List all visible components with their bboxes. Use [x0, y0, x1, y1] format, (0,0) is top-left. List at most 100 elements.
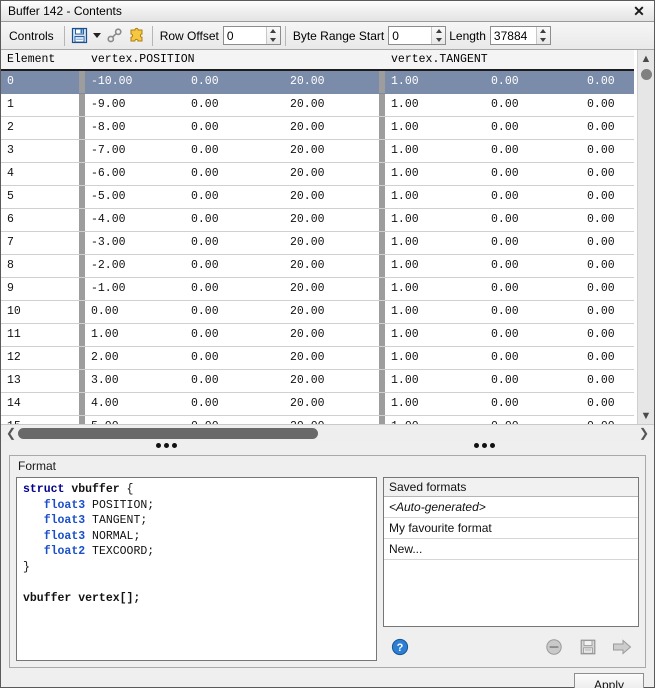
cell-position-2[interactable]: 20.00 — [284, 208, 380, 232]
cell-position-0[interactable]: -8.00 — [85, 116, 185, 140]
cell-tangent-2[interactable]: 0.00 — [581, 369, 635, 393]
splitter-grip-right[interactable] — [474, 443, 495, 448]
cell-position-1[interactable]: 0.00 — [185, 185, 284, 209]
scroll-right-icon[interactable]: ❯ — [637, 426, 651, 440]
cell-tangent-1[interactable]: 0.00 — [485, 300, 582, 324]
cell-element[interactable]: 14 — [1, 392, 79, 416]
cell-position-0[interactable]: -3.00 — [85, 231, 185, 255]
cell-tangent-2[interactable]: 0.00 — [581, 415, 635, 424]
cell-position-2[interactable]: 20.00 — [284, 415, 380, 424]
chevron-down-icon[interactable] — [91, 25, 104, 47]
cell-position-1[interactable]: 0.00 — [185, 415, 284, 424]
cell-position-1[interactable]: 0.00 — [185, 300, 284, 324]
cell-tangent-1[interactable]: 0.00 — [485, 323, 582, 347]
cell-tangent-1[interactable]: 0.00 — [485, 162, 582, 186]
table-row[interactable]: 14 4.00 0.00 20.00 1.00 0.00 0.00 — [1, 392, 635, 416]
cell-tangent-2[interactable]: 0.00 — [581, 208, 635, 232]
format-code-editor[interactable]: struct vbuffer { float3 POSITION; float3… — [16, 477, 377, 661]
table-row[interactable]: 7 -3.00 0.00 20.00 1.00 0.00 0.00 — [1, 231, 635, 255]
cell-position-0[interactable]: -7.00 — [85, 139, 185, 163]
cell-tangent-0[interactable]: 1.00 — [385, 346, 486, 370]
row-offset-spin-buttons[interactable] — [265, 27, 280, 44]
cell-tangent-0[interactable]: 1.00 — [385, 231, 486, 255]
cell-element[interactable]: 10 — [1, 300, 79, 324]
format-struct-code[interactable]: struct vbuffer { float3 POSITION; float3… — [23, 482, 370, 606]
cell-tangent-2[interactable]: 0.00 — [581, 392, 635, 416]
cell-tangent-1[interactable]: 0.00 — [485, 93, 582, 117]
cell-tangent-2[interactable]: 0.00 — [581, 323, 635, 347]
cell-element[interactable]: 4 — [1, 162, 79, 186]
length-decrement[interactable] — [537, 36, 550, 45]
table-row[interactable]: 11 1.00 0.00 20.00 1.00 0.00 0.00 — [1, 323, 635, 347]
cell-element[interactable]: 12 — [1, 346, 79, 370]
cell-tangent-0[interactable]: 1.00 — [385, 369, 486, 393]
list-item[interactable]: My favourite format — [384, 518, 638, 539]
cell-tangent-2[interactable]: 0.00 — [581, 139, 635, 163]
cell-position-2[interactable]: 20.00 — [284, 185, 380, 209]
cell-position-2[interactable]: 20.00 — [284, 70, 380, 94]
cell-tangent-0[interactable]: 1.00 — [385, 93, 486, 117]
cell-element[interactable]: 8 — [1, 254, 79, 278]
cell-tangent-1[interactable]: 0.00 — [485, 392, 582, 416]
cell-position-2[interactable]: 20.00 — [284, 116, 380, 140]
cell-element[interactable]: 5 — [1, 185, 79, 209]
cell-tangent-0[interactable]: 1.00 — [385, 139, 486, 163]
cell-position-1[interactable]: 0.00 — [185, 162, 284, 186]
cell-element[interactable]: 1 — [1, 93, 79, 117]
cell-position-2[interactable]: 20.00 — [284, 392, 380, 416]
cell-position-0[interactable]: -10.00 — [85, 70, 185, 94]
cell-position-0[interactable]: 1.00 — [85, 323, 185, 347]
cell-position-0[interactable]: -2.00 — [85, 254, 185, 278]
cell-position-1[interactable]: 0.00 — [185, 208, 284, 232]
cell-element[interactable]: 6 — [1, 208, 79, 232]
cell-position-0[interactable]: 5.00 — [85, 415, 185, 424]
cell-position-1[interactable]: 0.00 — [185, 369, 284, 393]
cell-element[interactable]: 7 — [1, 231, 79, 255]
cell-position-1[interactable]: 0.00 — [185, 254, 284, 278]
cell-position-1[interactable]: 0.00 — [185, 139, 284, 163]
cell-position-1[interactable]: 0.00 — [185, 70, 284, 94]
cell-tangent-0[interactable]: 1.00 — [385, 300, 486, 324]
cell-position-1[interactable]: 0.00 — [185, 277, 284, 301]
cell-position-0[interactable]: -4.00 — [85, 208, 185, 232]
cell-position-0[interactable]: -5.00 — [85, 185, 185, 209]
cell-tangent-2[interactable]: 0.00 — [581, 162, 635, 186]
cell-position-2[interactable]: 20.00 — [284, 139, 380, 163]
cell-position-1[interactable]: 0.00 — [185, 93, 284, 117]
table-row[interactable]: 2 -8.00 0.00 20.00 1.00 0.00 0.00 — [1, 116, 635, 140]
cell-element[interactable]: 3 — [1, 139, 79, 163]
cell-position-2[interactable]: 20.00 — [284, 162, 380, 186]
cell-position-2[interactable]: 20.00 — [284, 300, 380, 324]
table-row[interactable]: 10 0.00 0.00 20.00 1.00 0.00 0.00 — [1, 300, 635, 324]
cell-position-1[interactable]: 0.00 — [185, 116, 284, 140]
cell-tangent-0[interactable]: 1.00 — [385, 415, 486, 424]
cell-tangent-2[interactable]: 0.00 — [581, 300, 635, 324]
cell-tangent-2[interactable]: 0.00 — [581, 346, 635, 370]
cell-position-2[interactable]: 20.00 — [284, 346, 380, 370]
cell-position-0[interactable]: 4.00 — [85, 392, 185, 416]
cell-tangent-0[interactable]: 1.00 — [385, 277, 486, 301]
apply-button[interactable]: Apply — [574, 673, 644, 688]
cell-tangent-2[interactable]: 0.00 — [581, 70, 635, 94]
cell-tangent-2[interactable]: 0.00 — [581, 231, 635, 255]
table-row[interactable]: 4 -6.00 0.00 20.00 1.00 0.00 0.00 — [1, 162, 635, 186]
byte-range-start-spin-buttons[interactable] — [431, 27, 446, 44]
cell-position-0[interactable]: -6.00 — [85, 162, 185, 186]
cell-element[interactable]: 2 — [1, 116, 79, 140]
scroll-down-icon[interactable]: ▼ — [638, 407, 654, 424]
horizontal-scrollbar[interactable]: ❮ ❯ — [1, 424, 654, 441]
cell-position-0[interactable]: 2.00 — [85, 346, 185, 370]
byte-range-start-input[interactable] — [389, 27, 432, 44]
scroll-up-icon[interactable]: ▲ — [638, 50, 654, 67]
list-item[interactable]: <Auto-generated> — [384, 497, 638, 518]
cell-tangent-1[interactable]: 0.00 — [485, 369, 582, 393]
cell-position-0[interactable]: 0.00 — [85, 300, 185, 324]
table-row[interactable]: 8 -2.00 0.00 20.00 1.00 0.00 0.00 — [1, 254, 635, 278]
cell-position-2[interactable]: 20.00 — [284, 369, 380, 393]
cell-tangent-1[interactable]: 0.00 — [485, 116, 582, 140]
table-row[interactable]: 5 -5.00 0.00 20.00 1.00 0.00 0.00 — [1, 185, 635, 209]
column-header-position[interactable]: vertex.POSITION — [85, 50, 380, 71]
cell-tangent-1[interactable]: 0.00 — [485, 415, 582, 424]
column-header-element[interactable]: Element — [1, 50, 79, 71]
puzzle-piece-icon[interactable] — [126, 25, 148, 47]
